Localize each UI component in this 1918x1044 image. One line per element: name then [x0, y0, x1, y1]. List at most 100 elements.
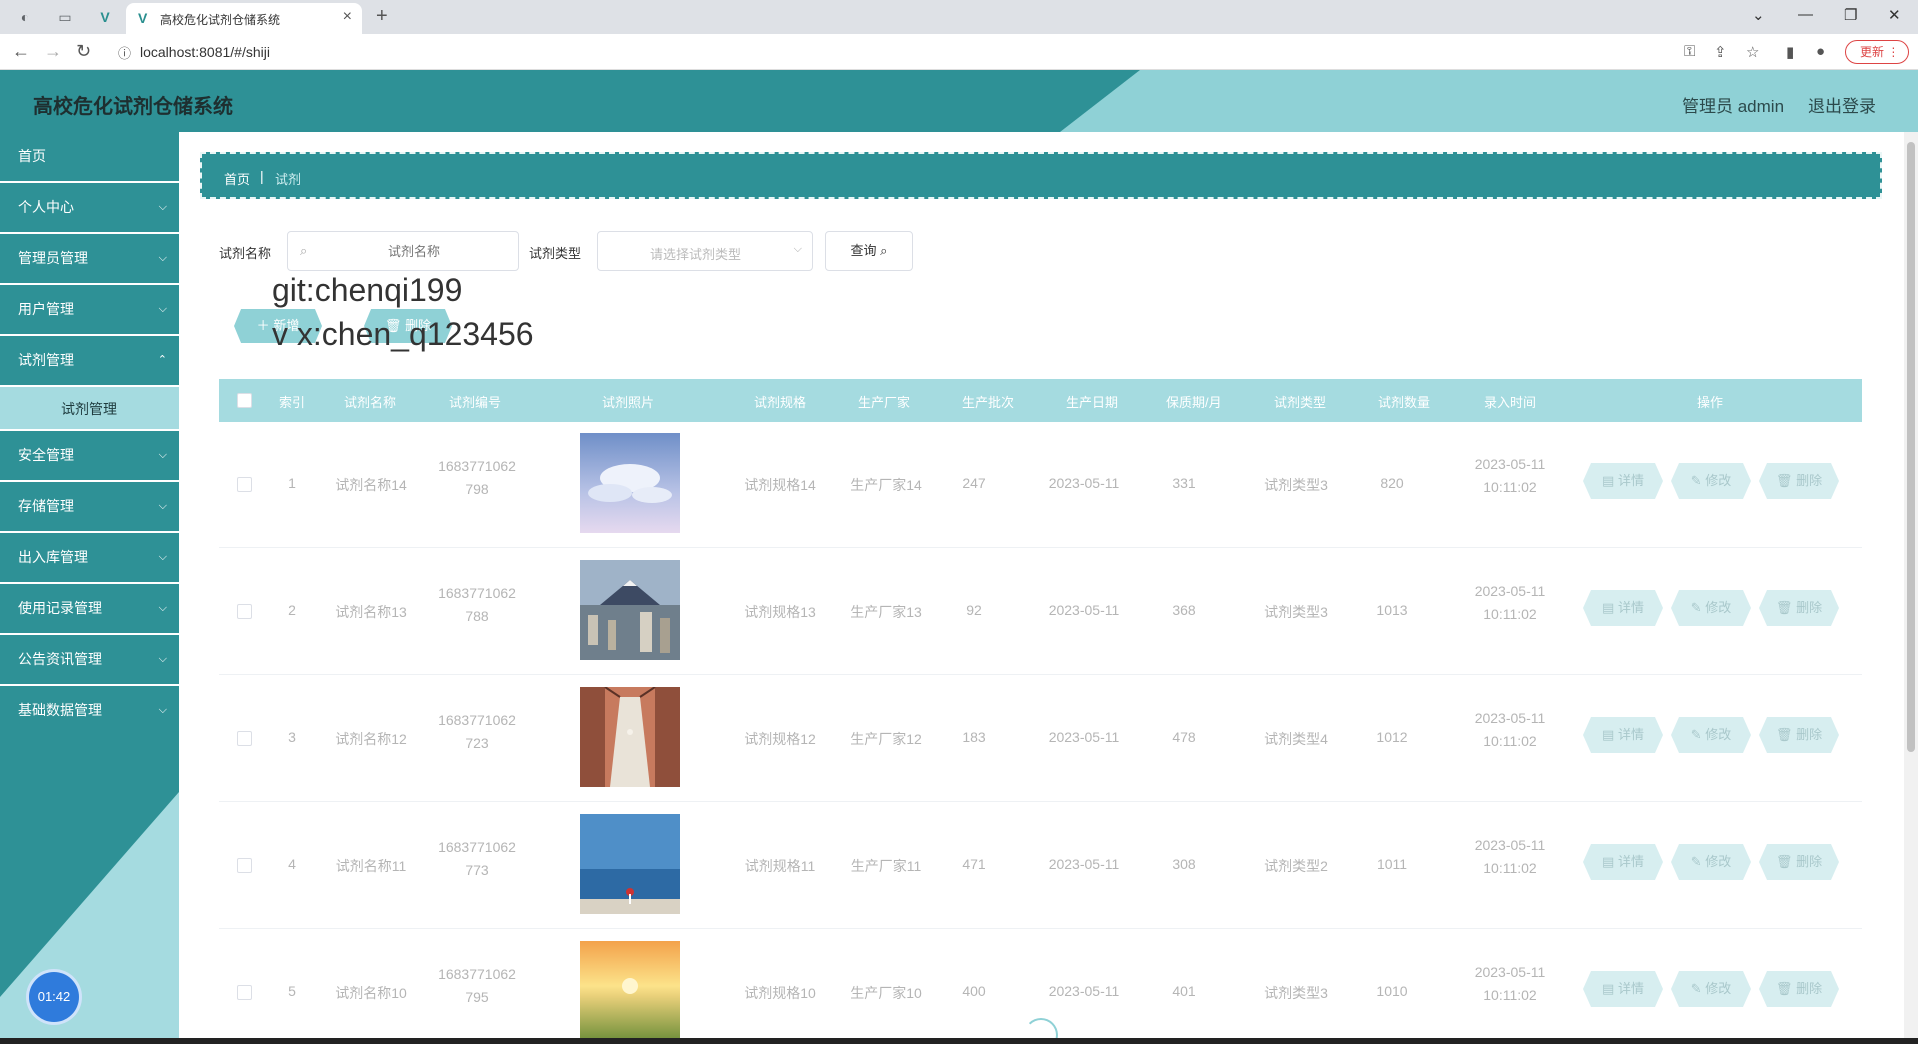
close-window-icon[interactable]: ✕	[1888, 6, 1901, 24]
header-date: 生产日期	[1066, 395, 1119, 410]
edit-button[interactable]: ✎ 修改	[1671, 971, 1751, 1007]
forward-icon[interactable]: →	[44, 41, 62, 62]
cell-date: 2023-05-11	[1048, 602, 1120, 618]
chevron-up-icon: ⌃	[157, 354, 167, 366]
reload-icon[interactable]: ↻	[76, 41, 91, 62]
sidebar: 首页 个人中心 ⌵ 管理员管理 ⌵ 用户管理 ⌵ 试剂管理 ⌃ 试剂管理 安全管理 ⌵ 存…	[0, 132, 179, 1038]
back-icon[interactable]: ←	[12, 41, 30, 62]
breadcrumb-home[interactable]: 首页	[224, 169, 250, 188]
cell-type: 试剂类型2	[1264, 858, 1328, 874]
chevron-down-icon: ⌵	[158, 201, 167, 213]
timer-badge[interactable]: 01:42	[29, 972, 79, 1022]
minimize-icon[interactable]: —	[1798, 6, 1813, 23]
sidebar-item-label: 个人中心	[18, 199, 74, 215]
cell-date: 2023-05-11	[1048, 475, 1120, 491]
select-all-checkbox[interactable]	[237, 393, 252, 408]
sidebar-item-home[interactable]: 首页	[0, 132, 179, 183]
detail-button[interactable]: ▤ 详情	[1583, 463, 1663, 499]
row-checkbox[interactable]	[237, 477, 252, 492]
query-label: 查询	[850, 243, 877, 258]
delete-button[interactable]: 🗑 删除	[1759, 463, 1839, 499]
sidebar-item-users[interactable]: 用户管理 ⌵	[0, 285, 179, 336]
key-icon[interactable]: ⚿	[1684, 43, 1695, 60]
edit-button[interactable]: ✎ 修改	[1671, 717, 1751, 753]
sidebar-item-reagents[interactable]: 试剂管理 ⌃	[0, 336, 179, 387]
scrollbar-thumb[interactable]	[1907, 142, 1915, 752]
sidepanel-icon[interactable]: ▮	[1786, 43, 1794, 61]
logout-link[interactable]: 退出登录	[1808, 92, 1876, 117]
sidebar-item-label: 使用记录管理	[18, 600, 102, 616]
profile-icon[interactable]: ●	[1816, 43, 1825, 60]
sidebar-item-personal[interactable]: 个人中心 ⌵	[0, 183, 179, 234]
cell-index: 5	[288, 983, 296, 999]
url-field[interactable]: ⓘ localhost:8081/#/shiji	[114, 40, 1674, 64]
type-select[interactable]: 请选择试剂类型 ⌵	[597, 231, 813, 271]
edit-button[interactable]: ✎ 修改	[1671, 844, 1751, 880]
cell-time: 2023-05-11 10:11:02	[1462, 961, 1558, 1007]
chevron-down-icon: ⌵	[158, 551, 167, 563]
sidebar-item-admins[interactable]: 管理员管理 ⌵	[0, 234, 179, 285]
info-icon[interactable]: ⓘ	[118, 43, 131, 62]
cell-time: 2023-05-11 10:11:02	[1462, 834, 1558, 880]
restore-icon[interactable]: ❐	[1844, 6, 1857, 24]
cell-maker: 生产厂家10	[850, 985, 922, 1001]
page-scrollbar[interactable]	[1904, 132, 1918, 1038]
delete-button[interactable]: 🗑 删除	[1759, 971, 1839, 1007]
cell-code: 1683771062 795	[431, 963, 523, 1009]
header-maker: 生产厂家	[858, 395, 911, 410]
new-tab-icon[interactable]: +	[376, 5, 388, 28]
doc-icon: ▤	[1602, 981, 1615, 996]
detail-button[interactable]: ▤ 详情	[1583, 971, 1663, 1007]
detail-button[interactable]: ▤ 详情	[1583, 717, 1663, 753]
sidebar-subitem-reagent-manage[interactable]: 试剂管理	[0, 387, 179, 431]
close-tab-icon[interactable]: ×	[343, 8, 352, 26]
edit-button[interactable]: ✎ 修改	[1671, 590, 1751, 626]
delete-button[interactable]: 🗑 删除	[1759, 844, 1839, 880]
chevron-down-icon[interactable]: ⌄	[1752, 6, 1765, 24]
sidebar-item-safety[interactable]: 安全管理 ⌵	[0, 431, 179, 482]
edit-button[interactable]: ✎ 修改	[1671, 463, 1751, 499]
detail-button[interactable]: ▤ 详情	[1583, 844, 1663, 880]
cell-time: 2023-05-11 10:11:02	[1462, 580, 1558, 626]
cell-maker: 生产厂家12	[850, 731, 922, 747]
row-checkbox[interactable]	[237, 858, 252, 873]
cell-spec: 试剂规格14	[744, 477, 816, 493]
row-checkbox[interactable]	[237, 985, 252, 1000]
name-search-field[interactable]: ⌕	[287, 231, 519, 271]
doc-icon: ▤	[1602, 854, 1615, 869]
watermark-line-1: git:chenqi199	[272, 272, 463, 308]
sidebar-item-news[interactable]: 公告资讯管理 ⌵	[0, 635, 179, 686]
header-shelf: 保质期/月	[1166, 395, 1222, 410]
edit-label: 修改	[1705, 854, 1732, 869]
detail-label: 详情	[1617, 727, 1644, 742]
sidebar-item-inout[interactable]: 出入库管理 ⌵	[0, 533, 179, 584]
cell-code-line1: 1683771062	[438, 585, 516, 601]
sidebar-item-storage[interactable]: 存储管理 ⌵	[0, 482, 179, 533]
chevron-down-icon: ⌵	[158, 252, 167, 264]
cell-type: 试剂类型3	[1264, 604, 1328, 620]
reagent-photo	[580, 686, 680, 787]
chevron-down-icon: ⌵	[158, 602, 167, 614]
row-checkbox[interactable]	[237, 604, 252, 619]
share-icon[interactable]: ⇪	[1714, 43, 1727, 61]
cell-time-clock: 10:11:02	[1483, 733, 1537, 749]
blank-tab-icon[interactable]: ▭	[56, 8, 74, 26]
delete-button[interactable]: 🗑 删除	[1759, 590, 1839, 626]
row-checkbox[interactable]	[237, 731, 252, 746]
sidebar-item-label: 出入库管理	[18, 549, 88, 565]
star-icon[interactable]: ☆	[1746, 43, 1759, 61]
delete-button[interactable]: 🗑 删除	[1759, 717, 1839, 753]
cell-batch: 400	[962, 983, 986, 999]
sidebar-item-label: 存储管理	[18, 498, 74, 514]
name-search-input[interactable]	[324, 240, 504, 262]
cell-index: 1	[288, 475, 296, 491]
sidebar-item-basedata[interactable]: 基础数据管理 ⌵	[0, 686, 179, 737]
globe-icon[interactable]: ◐	[16, 8, 34, 26]
sidebar-item-usage[interactable]: 使用记录管理 ⌵	[0, 584, 179, 635]
detail-button[interactable]: ▤ 详情	[1583, 590, 1663, 626]
update-button[interactable]: 更新 ⋮	[1845, 40, 1909, 64]
active-tab[interactable]: V 高校危化试剂仓储系统 ×	[126, 3, 362, 34]
query-button[interactable]: 查询 ⌕	[825, 231, 913, 271]
vue-tab-icon[interactable]: V	[96, 8, 114, 26]
edit-label: 修改	[1705, 600, 1732, 615]
